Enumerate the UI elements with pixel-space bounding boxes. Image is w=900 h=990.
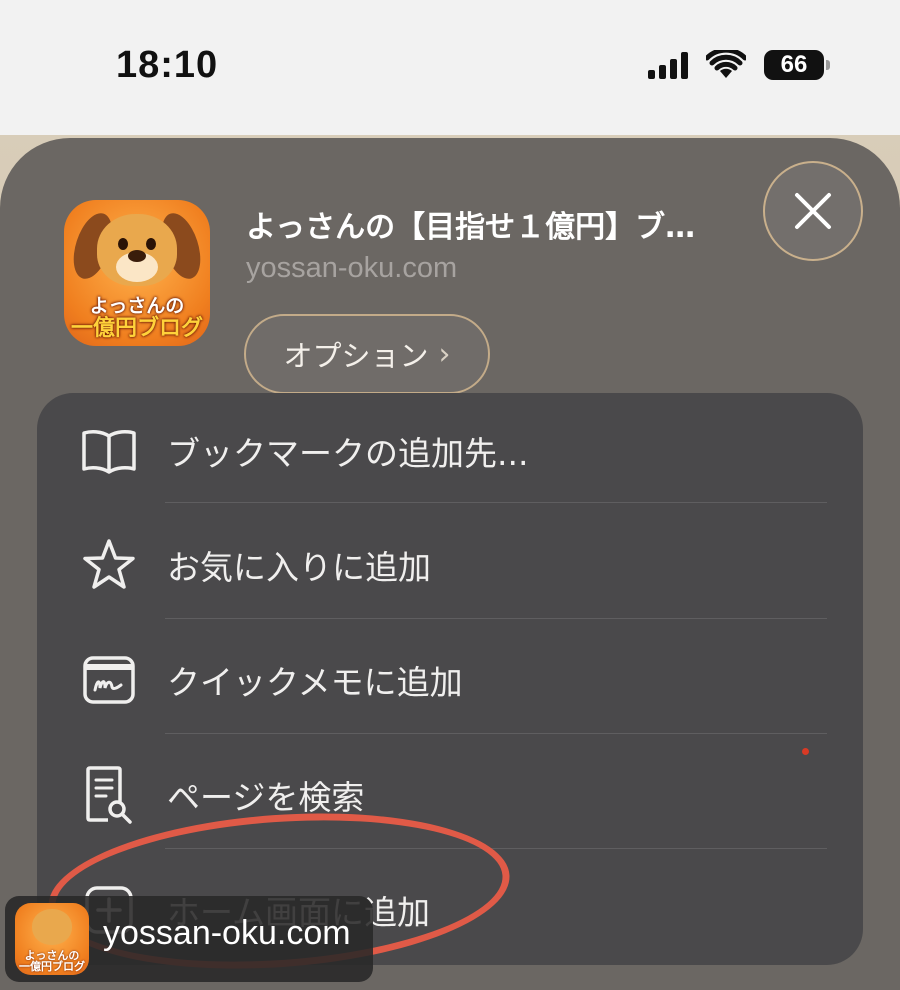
quick-note-icon [81, 652, 137, 708]
menu-item-label: ブックマークの追加先... [167, 433, 529, 473]
cellular-signal-icon [648, 51, 688, 79]
chevron-right-icon: › [438, 336, 451, 372]
status-bar: 18:10 66 [0, 0, 900, 135]
watermark: よっさんの 一億円ブログ yossan-oku.com [5, 896, 373, 982]
menu-divider [165, 733, 827, 734]
menu-item-add-favorite[interactable]: お気に入りに追加 [37, 507, 863, 622]
status-icons: 66 [648, 50, 830, 80]
menu-item-add-quick-note[interactable]: クイックメモに追加 [37, 622, 863, 737]
options-button-label: オプション [283, 339, 429, 373]
close-icon [795, 193, 831, 229]
options-button[interactable]: オプション › [244, 314, 490, 394]
status-time: 18:10 [116, 44, 219, 86]
battery-indicator: 66 [764, 50, 830, 80]
menu-item-add-bookmark[interactable]: ブックマークの追加先... [37, 393, 863, 508]
app-icon-logo-text: よっさんの 一億円ブログ [70, 294, 203, 341]
menu-divider [165, 502, 827, 503]
close-button[interactable] [763, 161, 863, 261]
menu-item-label: お気に入りに追加 [167, 547, 431, 587]
menu-divider [165, 618, 827, 619]
star-icon [81, 537, 137, 593]
wifi-icon [706, 50, 746, 78]
book-icon [81, 423, 137, 479]
site-app-icon: よっさんの 一億円ブログ [64, 200, 210, 346]
site-domain: yossan-oku.com [246, 252, 458, 284]
indicator-dot [802, 748, 809, 755]
watermark-logo-icon: よっさんの 一億円ブログ [15, 903, 89, 975]
site-title: よっさんの【目指せ１億円】ブ… [246, 210, 696, 245]
menu-item-label: ページを検索 [167, 777, 365, 817]
menu-item-label: クイックメモに追加 [167, 662, 463, 702]
watermark-text: yossan-oku.com [103, 914, 351, 952]
find-in-page-icon [81, 765, 137, 824]
